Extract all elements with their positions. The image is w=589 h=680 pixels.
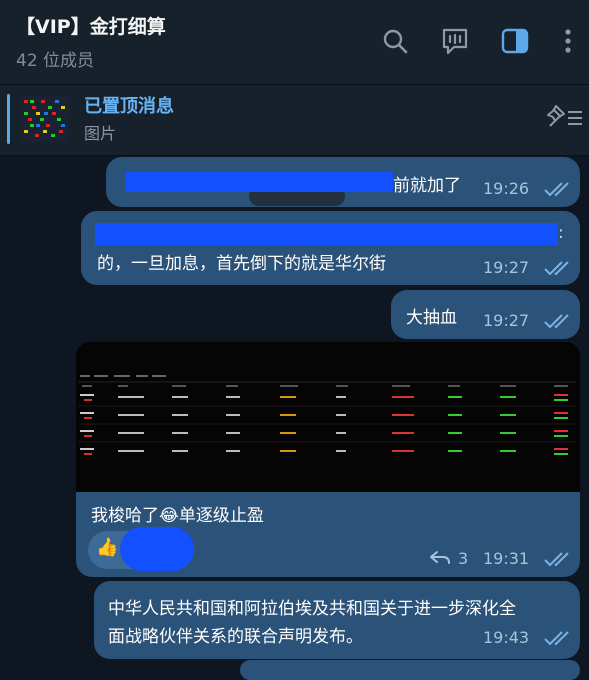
reply-arrow-icon[interactable] [429,550,451,566]
sidebar-toggle-icon[interactable] [498,24,532,58]
video-chat-icon[interactable] [438,24,472,58]
message-time: 19:27 [483,258,530,277]
message-time: 19:27 [483,311,530,330]
message-text: 大抽血 [406,308,457,328]
redaction-block [125,172,393,192]
reply-count[interactable]: 3 [458,549,468,568]
pinned-thumbnail[interactable] [21,96,69,142]
pinned-indicator [7,94,10,144]
message-bubble-partial[interactable] [240,660,580,680]
thumbs-up-icon: 👍 [96,537,119,558]
message-time: 19:31 [483,549,530,568]
read-check-icon [544,314,569,329]
message-text-line1: 中华人民共和国和阿拉伯埃及共和国关于进一步深化全 [108,599,516,619]
trading-screenshot-image[interactable] [76,342,580,492]
read-check-icon [544,261,569,276]
message-text: 我梭哈了😂单逐级止盈 [91,506,264,526]
pinned-list-icon[interactable] [544,104,584,136]
message-text: 的，一旦加息，首先倒下的就是华尔街 [97,254,386,274]
read-check-icon [544,552,569,567]
redaction-block [95,223,558,245]
message-text-fragment: : [558,223,564,243]
more-vertical-icon[interactable] [551,24,585,58]
message-time: 19:26 [483,179,530,198]
pinned-subtitle: 图片 [84,124,117,143]
pinned-title[interactable]: 已置顶消息 [84,92,174,118]
redaction-block [120,527,194,571]
chat-title[interactable]: 【VIP】金打细算 [16,12,166,39]
message-text-line2: 面战略伙伴关系的联合声明发布。 [108,627,363,647]
read-check-icon [544,631,569,646]
message-bubble[interactable] [94,581,580,659]
member-count[interactable]: 42 位成员 [16,46,94,71]
search-icon[interactable] [378,24,412,58]
message-text: 前就加了 [393,176,461,196]
message-time: 19:43 [483,628,530,647]
read-check-icon [544,182,569,197]
